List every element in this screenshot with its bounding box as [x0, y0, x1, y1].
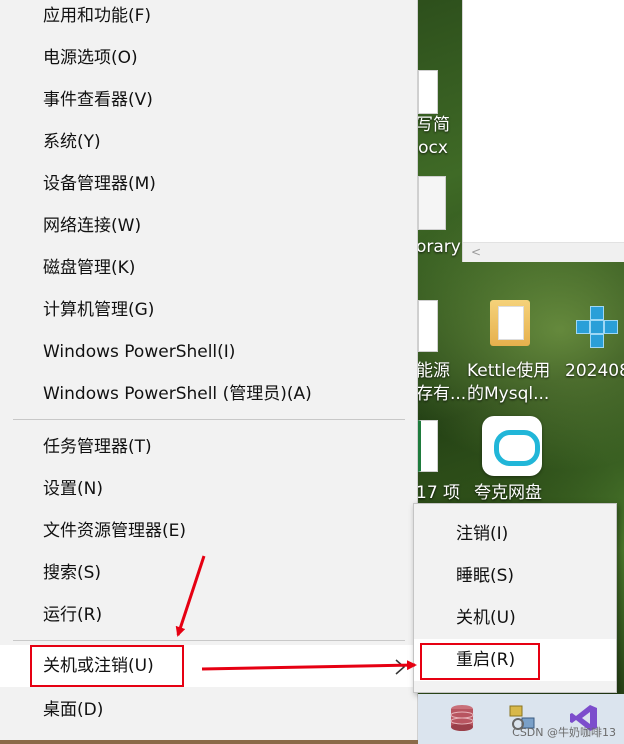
- menu-item-settings[interactable]: 设置(N): [0, 468, 417, 510]
- menu-item-power-options[interactable]: 电源选项(O): [0, 37, 417, 79]
- spreadsheet-icon[interactable]: [418, 420, 438, 472]
- desktop-icon-label: 能源: [416, 361, 450, 381]
- menu-item-label: 网络连接(W): [43, 216, 142, 236]
- desktop-icon-label: 存有...: [416, 384, 467, 404]
- desktop-icon-label: 202408: [565, 361, 624, 381]
- annotation-box-restart: [420, 643, 540, 680]
- horizontal-scrollbar[interactable]: <: [463, 242, 624, 262]
- submenu-item-sleep[interactable]: 睡眠(S): [414, 555, 616, 597]
- submenu-item-label: 注销(I): [456, 524, 509, 544]
- submenu-item-label: 关机(U): [456, 608, 516, 628]
- winx-context-menu: 应用和功能(F) 电源选项(O) 事件查看器(V) 系统(Y) 设备管理器(M)…: [0, 0, 418, 744]
- desktop-icon-energy[interactable]: 能源 存有...: [416, 360, 466, 406]
- menu-item-label: Windows PowerShell (管理员)(A): [43, 384, 312, 404]
- desktop-icon-doc[interactable]: 写简 ocx: [416, 114, 450, 160]
- folder-icon[interactable]: [490, 300, 530, 346]
- menu-item-label: 桌面(D): [43, 700, 104, 720]
- menu-item-label: 文件资源管理器(E): [43, 521, 187, 541]
- desktop-icon-label: 17 项: [416, 483, 461, 503]
- registry-icon[interactable]: [576, 306, 618, 352]
- menu-item-label: 设备管理器(M): [43, 174, 156, 194]
- submenu-item-shutdown[interactable]: 关机(U): [414, 597, 616, 639]
- desktop-icon-library[interactable]: orary: [416, 236, 461, 259]
- menu-item-label: 事件查看器(V): [43, 90, 153, 110]
- desktop-icon-quark[interactable]: 夸克网盘: [474, 482, 542, 505]
- library-icon[interactable]: [418, 176, 446, 230]
- menu-item-network-connections[interactable]: 网络连接(W): [0, 205, 417, 247]
- menu-item-label: 应用和功能(F): [43, 6, 152, 26]
- desktop-icon-label: 夸克网盘: [474, 483, 542, 503]
- menu-item-label: 电源选项(O): [43, 48, 138, 68]
- menu-item-label: 设置(N): [43, 479, 103, 499]
- window-bottom-edge: [0, 740, 418, 744]
- database-icon[interactable]: [446, 702, 478, 734]
- menu-item-label: 计算机管理(G): [43, 300, 155, 320]
- background-explorer-window: <: [462, 0, 624, 262]
- menu-separator: [13, 419, 405, 420]
- scroll-left-arrow-icon[interactable]: <: [471, 245, 481, 259]
- menu-item-powershell-admin[interactable]: Windows PowerShell (管理员)(A): [0, 373, 417, 415]
- chevron-right-icon: [395, 659, 406, 675]
- document-icon[interactable]: [418, 300, 438, 352]
- submenu-item-sign-out[interactable]: 注销(I): [414, 513, 616, 555]
- menu-item-task-manager[interactable]: 任务管理器(T): [0, 426, 417, 468]
- menu-item-run[interactable]: 运行(R): [0, 594, 417, 636]
- menu-item-powershell[interactable]: Windows PowerShell(I): [0, 331, 417, 373]
- menu-item-search[interactable]: 搜索(S): [0, 552, 417, 594]
- desktop-icon-202408[interactable]: 202408: [565, 360, 624, 383]
- taskbar: CSDN @牛奶咖啡13: [418, 694, 624, 744]
- menu-item-apps-features[interactable]: 应用和功能(F): [0, 0, 417, 37]
- menu-separator: [13, 640, 405, 641]
- menu-item-desktop[interactable]: 桌面(D): [0, 689, 417, 731]
- desktop-icon-items[interactable]: 17 项: [416, 482, 460, 505]
- menu-item-event-viewer[interactable]: 事件查看器(V): [0, 79, 417, 121]
- document-icon[interactable]: [418, 70, 438, 114]
- desktop-icon-kettle[interactable]: Kettle使用 的Mysql...: [467, 360, 550, 406]
- menu-item-label: 运行(R): [43, 605, 103, 625]
- menu-item-device-manager[interactable]: 设备管理器(M): [0, 163, 417, 205]
- menu-item-label: 磁盘管理(K): [43, 258, 136, 278]
- annotation-box-shutdown: [30, 645, 184, 687]
- desktop-icon-label: Kettle使用: [467, 361, 551, 381]
- desktop-icon-label: orary: [416, 237, 461, 257]
- desktop-icon-label: 的Mysql...: [467, 384, 550, 404]
- submenu-item-label: 睡眠(S): [456, 566, 515, 586]
- quark-cloud-icon[interactable]: [482, 416, 542, 476]
- menu-item-system[interactable]: 系统(Y): [0, 121, 417, 163]
- menu-item-label: 搜索(S): [43, 563, 102, 583]
- watermark: CSDN @牛奶咖啡13: [512, 726, 616, 739]
- desktop-icon-label: 写简: [416, 115, 450, 135]
- menu-item-label: 系统(Y): [43, 132, 101, 152]
- menu-item-file-explorer[interactable]: 文件资源管理器(E): [0, 510, 417, 552]
- menu-item-label: Windows PowerShell(I): [43, 342, 236, 362]
- desktop-icon-label: ocx: [418, 138, 448, 158]
- menu-item-disk-management[interactable]: 磁盘管理(K): [0, 247, 417, 289]
- menu-item-computer-management[interactable]: 计算机管理(G): [0, 289, 417, 331]
- menu-item-label: 任务管理器(T): [43, 437, 152, 457]
